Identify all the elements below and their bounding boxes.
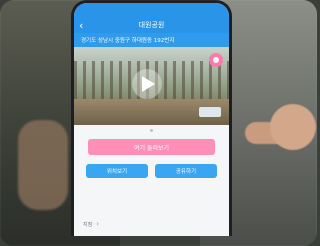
- photo-vignette: [0, 0, 317, 246]
- screenshot-frame: ‹ 대원공원 경기도 성남시 중원구 하대원동 192번지 여기 둘러보기 위치…: [0, 0, 317, 246]
